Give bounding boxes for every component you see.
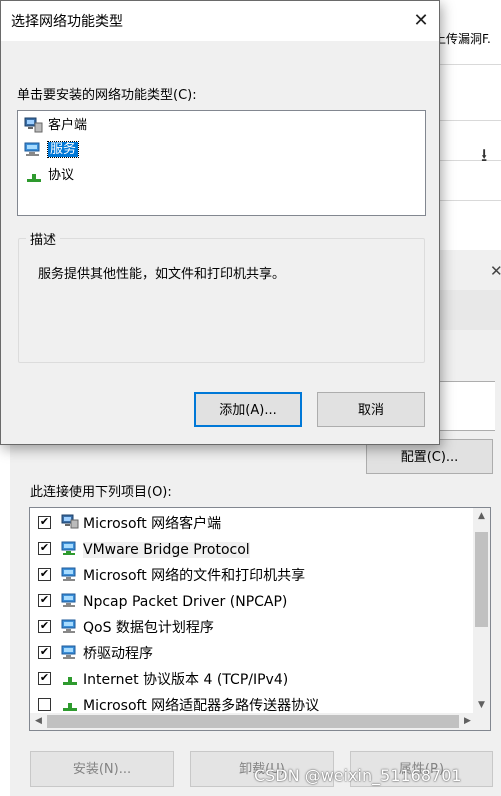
items-label: 此连接使用下列项目(O): [30, 485, 172, 500]
list-item-label: VMware Bridge Protocol [83, 542, 250, 558]
checkbox[interactable]: ✔ [38, 515, 51, 529]
cancel-button[interactable]: 取消 [317, 392, 425, 427]
list-item-label: QoS 数据包计划程序 [83, 620, 214, 636]
title-bar[interactable]: 选择网络功能类型 ✕ [1, 1, 439, 41]
service-icon [61, 619, 76, 633]
feature-type-list[interactable]: 客户端 服务 协议 [17, 110, 426, 216]
list-item[interactable]: ✔ Internet 协议版本 4 (TCP/IPv4) [38, 668, 288, 692]
type-item-client[interactable]: 客户端 [24, 115, 87, 137]
description-title: 描述 [26, 229, 61, 248]
horizontal-scrollbar[interactable]: ◀ ▶ [30, 713, 490, 730]
select-network-feature-dialog: 选择网络功能类型 ✕ 单击要安装的网络功能类型(C): 客户端 服务 协议 描述… [0, 0, 440, 445]
divider [440, 200, 501, 201]
prompt-label: 单击要安装的网络功能类型(C): [17, 88, 197, 103]
list-item[interactable]: ✔ Npcap Packet Driver (NPCAP) [38, 590, 287, 614]
list-item-label: Internet 协议版本 4 (TCP/IPv4) [83, 672, 289, 688]
client-icon [24, 117, 43, 132]
panel-header [430, 290, 501, 330]
protocol-icon [27, 173, 41, 182]
install-button[interactable]: 安装(N)... [30, 751, 174, 787]
type-item-label: 协议 [48, 168, 75, 183]
list-item-label: 桥驱动程序 [83, 646, 153, 662]
checkbox[interactable] [38, 697, 51, 711]
protocol-icon [61, 541, 76, 555]
service-icon [61, 645, 76, 659]
list-item-label: Npcap Packet Driver (NPCAP) [83, 594, 288, 610]
checkbox[interactable]: ✔ [38, 619, 51, 633]
checkbox[interactable]: ✔ [38, 541, 51, 555]
download-icon[interactable]: ⭳ [481, 143, 487, 173]
type-item-label: 客户端 [48, 118, 88, 133]
background-window-title: 上传漏洞F. [434, 32, 491, 46]
list-item-label: Microsoft 网络客户端 [83, 516, 222, 532]
protocol-icon [63, 677, 77, 685]
checkbox[interactable]: ✔ [38, 645, 51, 659]
dialog-title: 选择网络功能类型 [11, 14, 123, 30]
list-item[interactable]: ✔ Microsoft 网络客户端 [38, 512, 221, 536]
scroll-down-icon[interactable]: ▼ [473, 697, 490, 714]
list-item-label: Microsoft 网络的文件和打印机共享 [83, 568, 306, 584]
client-icon [61, 514, 79, 529]
add-button[interactable]: 添加(A)... [194, 392, 302, 427]
divider [440, 64, 501, 65]
protocol-icon [63, 703, 77, 711]
service-icon [61, 593, 76, 607]
type-item-service[interactable]: 服务 [24, 139, 80, 161]
checkbox[interactable]: ✔ [38, 671, 51, 685]
list-item-label: Microsoft 网络适配器多路传送器协议 [83, 698, 320, 714]
scroll-up-icon[interactable]: ▲ [473, 508, 490, 525]
type-item-protocol[interactable]: 协议 [24, 165, 74, 187]
service-icon [61, 567, 76, 581]
checkbox[interactable]: ✔ [38, 567, 51, 581]
service-icon [24, 142, 40, 156]
close-icon[interactable]: ✕ [407, 7, 435, 35]
list-item[interactable]: ✔ QoS 数据包计划程序 [38, 616, 214, 640]
scroll-thumb[interactable] [475, 532, 488, 627]
description-group [18, 238, 425, 363]
type-item-label: 服务 [46, 141, 80, 158]
list-item[interactable]: ✔ Microsoft 网络的文件和打印机共享 [38, 564, 305, 588]
list-item[interactable]: ✔ 桥驱动程序 [38, 642, 153, 666]
scroll-thumb[interactable] [47, 715, 459, 728]
scroll-right-icon[interactable]: ▶ [459, 713, 476, 730]
components-list[interactable]: ✔ Microsoft 网络客户端 ✔ VMware Bridge Protocol… [29, 507, 491, 731]
close-icon[interactable]: ✕ [490, 262, 501, 280]
list-item[interactable]: ✔ VMware Bridge Protocol [38, 538, 250, 562]
vertical-scrollbar[interactable]: ▲ ▼ [473, 508, 490, 714]
divider [440, 120, 501, 121]
divider [440, 160, 501, 161]
description-text: 服务提供其他性能，如文件和打印机共享。 [38, 267, 286, 282]
checkbox[interactable]: ✔ [38, 593, 51, 607]
watermark: CSDN @weixin_51168701 [254, 766, 462, 785]
scroll-left-icon[interactable]: ◀ [30, 713, 47, 730]
